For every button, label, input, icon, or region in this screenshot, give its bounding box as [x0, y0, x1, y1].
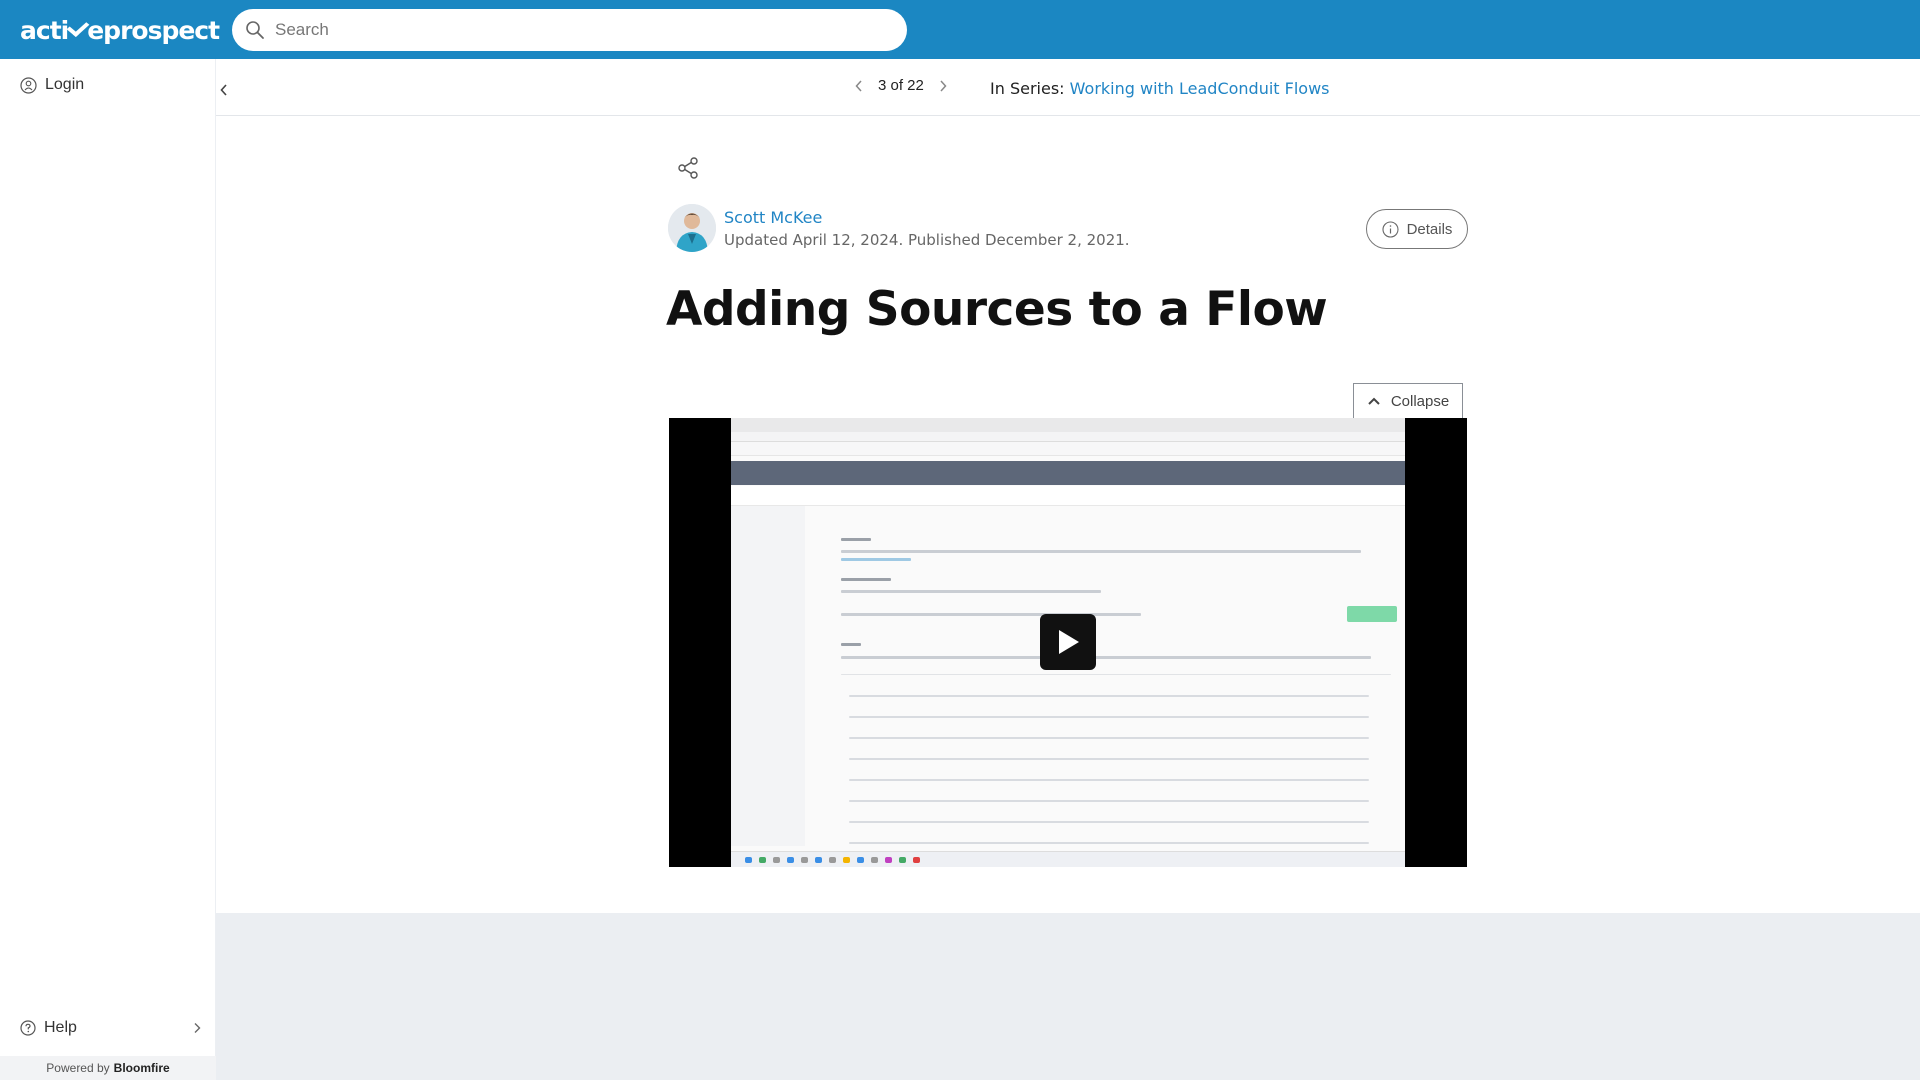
thumbnail-browser-tabs — [731, 418, 1405, 432]
bloomfire-brand[interactable]: Bloomfire — [114, 1061, 170, 1075]
taskbar-icon — [913, 857, 920, 863]
series-link[interactable]: Working with LeadConduit Flows — [1070, 79, 1330, 98]
thumbnail-subheader — [731, 486, 1405, 506]
collapse-label: Collapse — [1390, 392, 1450, 410]
taskbar-icon — [801, 857, 808, 863]
taskbar-icon — [815, 857, 822, 863]
powered-by-footer: Powered by Bloomfire — [0, 1056, 216, 1080]
thumbnail-text-line — [841, 590, 1101, 593]
taskbar-icon — [787, 857, 794, 863]
taskbar-icon — [745, 857, 752, 863]
series-position: 3 of 22 — [878, 77, 924, 94]
series-pager: 3 of 22 — [854, 77, 948, 94]
video-player[interactable] — [669, 418, 1467, 867]
thumbnail-table-row — [849, 695, 1369, 697]
search-icon — [246, 21, 264, 39]
user-circle-icon — [20, 76, 37, 94]
top-bar: acti eprospect — [0, 0, 1920, 59]
details-label: Details — [1406, 220, 1453, 238]
author-name[interactable]: Scott McKee — [724, 208, 822, 227]
thumbnail-left-pane — [731, 506, 805, 846]
taskbar-icon — [885, 857, 892, 863]
login-link[interactable]: Login — [20, 76, 84, 94]
thumbnail-table-row — [849, 779, 1369, 781]
thumbnail-table-row — [849, 842, 1369, 844]
author-avatar[interactable] — [668, 204, 716, 252]
login-label: Login — [45, 76, 85, 93]
thumbnail-url-bar — [731, 432, 1405, 442]
play-icon — [1059, 630, 1079, 654]
page-footer-area — [216, 913, 1920, 1080]
series-label: In Series: — [990, 79, 1065, 98]
taskbar-icon — [871, 857, 878, 863]
thumbnail-link-line — [841, 558, 911, 561]
thumbnail-table-row — [849, 758, 1369, 760]
search-bar[interactable] — [232, 9, 907, 51]
taskbar-icon — [899, 857, 906, 863]
next-arrow-icon[interactable] — [938, 79, 948, 93]
thumbnail-table-row — [849, 737, 1369, 739]
chevron-right-icon — [194, 1023, 201, 1033]
thumbnail-heading — [841, 578, 891, 581]
thumbnail-heading — [841, 643, 861, 646]
search-input[interactable] — [275, 20, 875, 40]
previous-arrow-icon[interactable] — [854, 79, 864, 93]
taskbar-icon — [829, 857, 836, 863]
thumbnail-table-row — [849, 800, 1369, 802]
thumbnail-url-line — [841, 613, 1141, 616]
thumbnail-heading — [841, 538, 871, 541]
article-dates: Updated April 12, 2024. Published Decemb… — [724, 231, 1130, 249]
chevron-up-icon — [1368, 397, 1380, 405]
taskbar-icon — [773, 857, 780, 863]
series-info: In Series: Working with LeadConduit Flow… — [990, 79, 1330, 98]
thumbnail-text-line — [841, 656, 1371, 659]
thumbnail-table-header — [841, 674, 1391, 675]
thumbnail-app-header — [731, 461, 1405, 485]
play-button[interactable] — [1040, 614, 1096, 670]
taskbar-icon — [857, 857, 864, 863]
details-button[interactable]: Details — [1366, 209, 1468, 249]
logo-text-part2: eprospect — [87, 15, 220, 45]
activeprospect-logo[interactable]: acti eprospect — [20, 12, 220, 48]
logo-v-mark — [66, 17, 90, 37]
share-icon[interactable] — [676, 156, 700, 180]
help-menu[interactable]: Help — [20, 1019, 202, 1037]
thumbnail-copy-button — [1347, 606, 1397, 622]
avatar-image — [668, 204, 716, 252]
taskbar-icon — [759, 857, 766, 863]
sidebar: Login Help Powered by Bloomfire — [0, 59, 216, 1080]
powered-by-text: Powered by — [46, 1061, 110, 1075]
thumbnail-bookmarks-bar — [731, 442, 1405, 456]
info-icon — [1382, 220, 1399, 238]
taskbar-icon — [843, 857, 850, 863]
thumbnail-taskbar — [731, 851, 1405, 867]
thumbnail-text-line — [841, 550, 1361, 553]
article-title: Adding Sources to a Flow — [666, 282, 1328, 337]
thumbnail-table-row — [849, 716, 1369, 718]
help-label: Help — [44, 1019, 77, 1036]
collapse-button[interactable]: Collapse — [1353, 383, 1463, 418]
series-navigation: 3 of 22 In Series: Working with LeadCond… — [216, 59, 1920, 116]
logo-text-part1: acti — [20, 15, 69, 45]
help-icon — [20, 1020, 36, 1036]
thumbnail-table-row — [849, 821, 1369, 823]
